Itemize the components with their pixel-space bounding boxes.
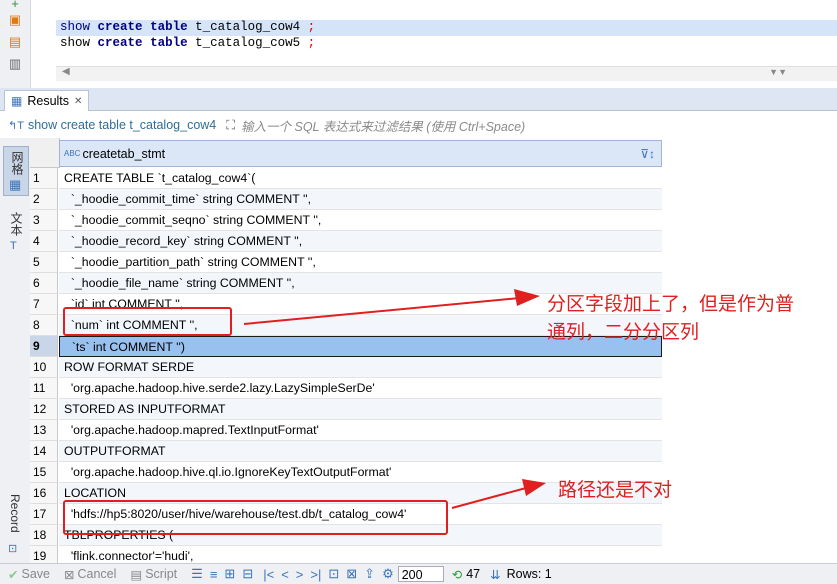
filter-icon[interactable]: ⊠ [346, 566, 357, 582]
delete-row-icon[interactable]: ⊟ [242, 566, 253, 582]
next-page-icon[interactable]: > [296, 567, 304, 582]
last-page-icon[interactable]: >| [310, 567, 321, 582]
script-button[interactable]: ▤ Script [130, 567, 177, 582]
save-label: Save [21, 567, 50, 581]
annotation-note-2: 路径还是不对 [558, 479, 673, 501]
prev-page-icon[interactable]: < [281, 567, 289, 582]
script-icon: ▤ [130, 567, 143, 582]
annotation-note-1b: 通列，二分分区列 [547, 321, 700, 343]
annotation-arrowhead-1 [514, 289, 540, 306]
annotation-arrow-1 [243, 297, 521, 325]
first-page-icon[interactable]: |< [263, 567, 274, 582]
cancel-icon: ⊠ [63, 567, 75, 582]
annotation-arrowhead-2 [522, 479, 546, 496]
edit-row-icon[interactable]: ☰ [191, 566, 203, 582]
save-icon: ✔ [8, 567, 19, 582]
annotation-arrow-2 [451, 487, 527, 509]
fetch-size-input[interactable]: 200 [397, 566, 444, 582]
copy-row-icon[interactable]: ⊞ [224, 566, 235, 582]
script-label: Script [145, 567, 178, 581]
fetch-count: 47 [466, 567, 481, 581]
add-row-icon[interactable]: ≡ [210, 567, 218, 582]
settings-icon[interactable]: ⚙ [382, 566, 394, 582]
save-button[interactable]: ✔ Save [8, 567, 50, 582]
export-icon[interactable]: ⇪ [364, 566, 375, 582]
cancel-label: Cancel [77, 567, 117, 581]
refresh-icon[interactable]: ⟲ [452, 567, 462, 582]
annotation-note-1: 分区字段加上了，但是作为普 [547, 293, 795, 315]
results-toolbar: ✔ Save ⊠ Cancel ▤ Script ☰ ≡ ⊞ ⊟ |< < > >| … [0, 563, 837, 584]
rows-count-label: Rows: 1 [506, 567, 552, 581]
panel-icon[interactable]: ⊡ [328, 566, 339, 582]
cancel-button[interactable]: ⊠ Cancel [64, 567, 116, 582]
fetch-all-icon[interactable]: ⇊ [490, 567, 500, 582]
